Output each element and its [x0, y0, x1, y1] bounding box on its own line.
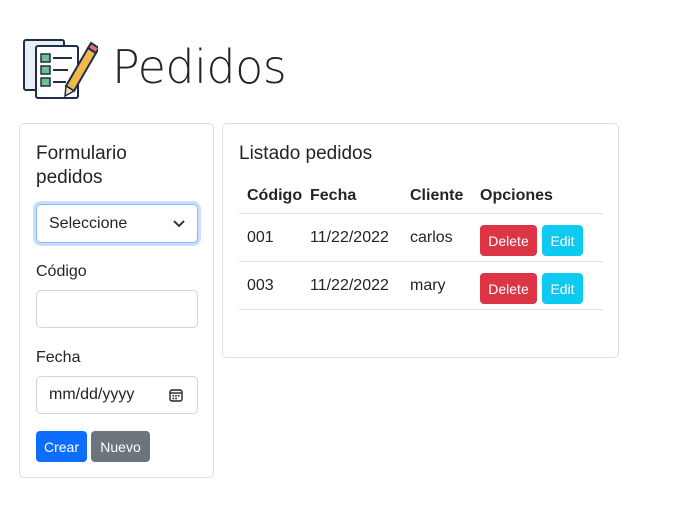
- checklist-pencil-icon: [23, 39, 98, 99]
- cell-cliente: mary: [410, 276, 446, 294]
- page-title: Pedidos: [112, 40, 287, 94]
- form-title: Formulario pedidos: [36, 143, 127, 188]
- cell-fecha: 11/22/2022: [310, 228, 389, 246]
- calendar-icon[interactable]: [169, 388, 183, 402]
- cell-codigo: 001: [247, 228, 274, 246]
- client-select[interactable]: Seleccione: [36, 204, 198, 243]
- list-title: Listado pedidos: [239, 143, 373, 164]
- header-codigo: Código: [247, 186, 303, 204]
- crear-button[interactable]: Crear: [36, 431, 87, 462]
- form-card: Formulario pedidos Seleccione Código Fec…: [19, 123, 214, 478]
- edit-button[interactable]: Edit: [542, 225, 583, 256]
- orders-table: Código Fecha Cliente Opciones 001 11/22/…: [239, 178, 603, 310]
- nuevo-button[interactable]: Nuevo: [91, 431, 150, 462]
- cell-opciones: Delete Edit: [480, 219, 603, 256]
- header-cliente: Cliente: [410, 186, 464, 204]
- cell-cliente: carlos: [410, 228, 453, 246]
- cell-codigo: 003: [247, 276, 274, 294]
- header-fecha: Fecha: [310, 186, 357, 204]
- table-header: Código Fecha Cliente Opciones: [239, 178, 603, 214]
- delete-button[interactable]: Delete: [480, 273, 537, 304]
- codigo-label: Código: [36, 263, 87, 280]
- list-card: Listado pedidos Código Fecha Cliente Opc…: [222, 123, 619, 358]
- header-opciones: Opciones: [480, 186, 553, 204]
- cell-fecha: 11/22/2022: [310, 276, 389, 294]
- page-header: Pedidos: [22, 34, 287, 100]
- table-row: 001 11/22/2022 carlos Delete Edit: [239, 214, 603, 262]
- edit-button[interactable]: Edit: [542, 273, 583, 304]
- cell-opciones: Delete Edit: [480, 267, 603, 304]
- codigo-field[interactable]: [36, 290, 198, 328]
- fecha-placeholder: mm/dd/yyyy: [49, 386, 135, 403]
- delete-button[interactable]: Delete: [480, 225, 537, 256]
- client-select-value: Seleccione: [49, 214, 128, 232]
- fecha-field[interactable]: mm/dd/yyyy: [36, 376, 198, 414]
- chevron-down-icon: [173, 219, 185, 227]
- table-row: 003 11/22/2022 mary Delete Edit: [239, 262, 603, 310]
- fecha-label: Fecha: [36, 349, 81, 366]
